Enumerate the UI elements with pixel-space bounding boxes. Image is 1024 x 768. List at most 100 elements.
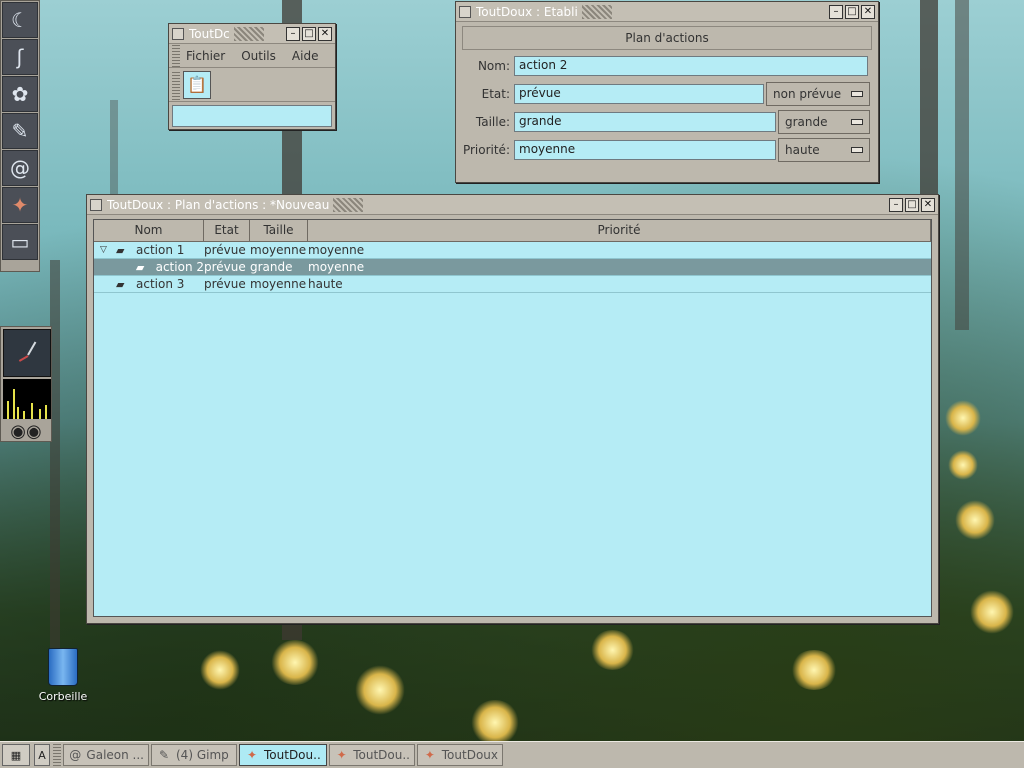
cell-taille: moyenne [250,277,307,291]
minimize-button[interactable]: – [889,198,903,212]
trash-desktop-icon[interactable]: Corbeille [36,648,90,703]
applet-panel: ◉◉ [0,326,52,442]
section-header: Plan d'actions [462,26,872,50]
taille-dropdown[interactable]: grande [778,110,870,134]
window-menu-icon[interactable] [459,5,471,18]
taskbar-task[interactable]: ✦ ToutDoux [417,744,503,766]
close-button[interactable]: ✕ [921,198,935,212]
cell-etat: prévue [204,260,246,274]
cell-nom: ▰ action 3 [94,276,204,292]
tree-row[interactable]: ▰ action 2 prévue grande moyenne [94,259,931,276]
task-label: ToutDoux [441,748,498,762]
tree-header: Nom Etat Taille Priorité [94,220,931,242]
action-icon: ▰ [135,260,145,274]
gimp-icon[interactable]: ✎ [2,113,38,149]
toolbar-handle[interactable] [172,69,180,100]
etat-field[interactable]: prévue [514,84,764,104]
titlebar[interactable]: ToutDc – □ ✕ [169,24,335,44]
etat-dropdown-value: non prévue [773,87,842,101]
main-menu-button[interactable]: ▦ [2,744,30,766]
priorite-dropdown[interactable]: haute [778,138,870,162]
cpu-load-applet [3,379,51,419]
etat-label: Etat: [481,87,510,101]
close-button[interactable]: ✕ [861,5,875,19]
cell-taille: grande [250,260,293,274]
taskbar-task[interactable]: ✦ ToutDou.. [329,744,415,766]
terminal-icon[interactable]: ▭ [2,224,38,260]
trash-icon [48,648,78,686]
notebook-icon[interactable]: 📋 [183,70,211,99]
toutdoux-small-window: ToutDc – □ ✕ Fichier Outils Aide 📋 [168,23,336,130]
taille-label: Taille: [475,115,510,129]
taskbar: ▦ A @ Galeon ... ✎ (4) Gimp ✦ ToutDou.. ✦ ToutD… [0,741,1024,768]
toutdoux-plan-window: ToutDoux : Plan d'actions : *Nouveau – □… [86,194,939,624]
close-button[interactable]: ✕ [318,27,332,41]
window-menu-icon[interactable] [172,27,184,40]
action-name: action 2 [155,259,204,274]
tree-row[interactable]: ▽ ▰ action 1 prévue moyenne moyenne [94,242,931,259]
maximize-button[interactable]: □ [905,198,919,212]
window-menu-icon[interactable] [90,198,102,211]
action-icon: ▰ [116,277,125,291]
toutdoux-icon: ✦ [336,748,347,762]
nom-label: Nom: [477,59,510,73]
galeon-icon: @ [69,748,82,762]
gnome-icon[interactable]: ✿ [2,76,38,112]
column-priorite[interactable]: Priorité [308,220,931,241]
toutdoux-icon: ✦ [246,748,258,762]
menubar: Fichier Outils Aide [169,44,335,68]
title-grip [333,197,364,212]
toutdoux-etabli-window: ToutDoux : Etabli – □ ✕ Plan d'actions N… [455,1,879,183]
taskbar-task[interactable]: ✦ ToutDou.. [239,744,327,766]
menubar-handle[interactable] [172,44,180,67]
window-title: ToutDoux : Etabli [476,4,578,19]
etat-dropdown[interactable]: non prévue [766,82,870,106]
column-nom[interactable]: Nom [94,220,204,241]
priorite-field[interactable]: moyenne [514,140,776,160]
dropdown-indicator-icon [851,91,863,97]
cell-priorite: haute [308,277,343,291]
row-taille: Taille: grande grande [462,110,872,134]
gimp-icon: ✎ [158,748,170,762]
task-label: ToutDou.. [353,748,410,762]
taskbar-task[interactable]: @ Galeon ... [63,744,149,766]
cell-priorite: moyenne [308,243,365,257]
taille-field[interactable]: grande [514,112,776,132]
column-taille[interactable]: Taille [250,220,308,241]
minimize-button[interactable]: – [829,5,843,19]
menu-fichier[interactable]: Fichier [186,49,225,63]
menu-aide[interactable]: Aide [292,49,319,63]
minimize-button[interactable]: – [286,27,300,41]
action-name: action 1 [136,242,185,257]
menu-outils[interactable]: Outils [241,49,276,63]
priorite-label: Priorité: [462,143,510,157]
star-icon[interactable]: ✦ [2,187,38,223]
titlebar[interactable]: ToutDoux : Etabli – □ ✕ [456,2,878,22]
maximize-button[interactable]: □ [845,5,859,19]
taskbar-task[interactable]: ✎ (4) Gimp [151,744,237,766]
moon-icon[interactable]: ☾ [2,2,38,38]
titlebar[interactable]: ToutDoux : Plan d'actions : *Nouveau – □… [87,195,938,215]
row-nom: Nom: action 2 [462,54,872,78]
expander-down-icon[interactable]: ▽ [100,242,112,259]
action-icon: ▰ [116,243,125,257]
priorite-dropdown-value: haute [785,143,820,157]
nom-field[interactable]: action 2 [514,56,868,76]
tree-row[interactable]: ▰ action 3 prévue moyenne haute [94,276,931,293]
task-label: (4) Gimp [176,748,229,762]
action-tree[interactable]: Nom Etat Taille Priorité ▽ ▰ action 1 prévu… [93,219,932,617]
maximize-button[interactable]: □ [302,27,316,41]
font-icon[interactable]: A [34,744,50,766]
trash-label: Corbeille [38,690,88,703]
task-label: ToutDou.. [264,748,321,762]
galeon-icon[interactable]: @ [2,150,38,186]
taskbar-handle[interactable] [53,744,61,766]
gnome-foot-icon[interactable]: ʃ [2,39,38,75]
column-etat[interactable]: Etat [204,220,250,241]
toutdoux-icon: ✦ [424,748,435,762]
task-label: Galeon ... [86,748,144,762]
cell-etat: prévue [204,243,246,257]
action-name: action 3 [136,276,185,291]
row-priorite: Priorité: moyenne haute [462,138,872,162]
dropdown-indicator-icon [851,147,863,153]
